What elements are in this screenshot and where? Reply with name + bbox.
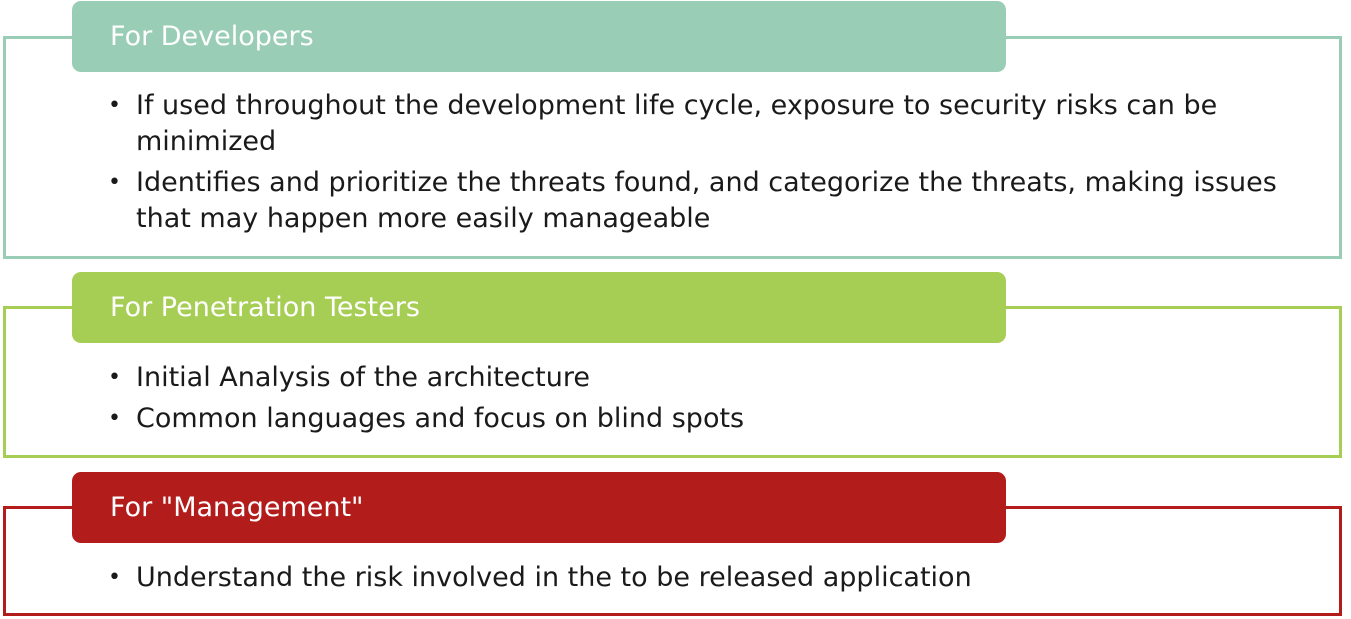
bullet-icon: • bbox=[108, 406, 121, 431]
list-item: • Common languages and focus on blind sp… bbox=[106, 401, 1286, 437]
bullet-text: If used throughout the development life … bbox=[136, 90, 1218, 157]
bullet-text: Identifies and prioritize the threats fo… bbox=[136, 167, 1277, 234]
list-item: • If used throughout the development lif… bbox=[106, 88, 1286, 160]
list-item: • Understand the risk involved in the to… bbox=[106, 560, 1286, 596]
bullet-text: Initial Analysis of the architecture bbox=[136, 362, 590, 393]
management-bullet-list: • Understand the risk involved in the to… bbox=[106, 560, 1286, 596]
developers-header: For Developers bbox=[72, 1, 1006, 72]
management-header: For "Management" bbox=[72, 472, 1006, 543]
list-item: • Initial Analysis of the architecture bbox=[106, 360, 1286, 396]
pentesters-bullet-list: • Initial Analysis of the architecture •… bbox=[106, 360, 1286, 442]
bullet-icon: • bbox=[108, 170, 121, 195]
pentesters-header: For Penetration Testers bbox=[72, 272, 1006, 343]
list-item: • Identifies and prioritize the threats … bbox=[106, 165, 1286, 237]
bullet-icon: • bbox=[108, 365, 121, 390]
bullet-text: Understand the risk involved in the to b… bbox=[136, 562, 972, 593]
bullet-icon: • bbox=[108, 93, 121, 118]
developers-bullet-list: • If used throughout the development lif… bbox=[106, 88, 1286, 242]
bullet-icon: • bbox=[108, 565, 121, 590]
bullet-text: Common languages and focus on blind spot… bbox=[136, 403, 745, 434]
